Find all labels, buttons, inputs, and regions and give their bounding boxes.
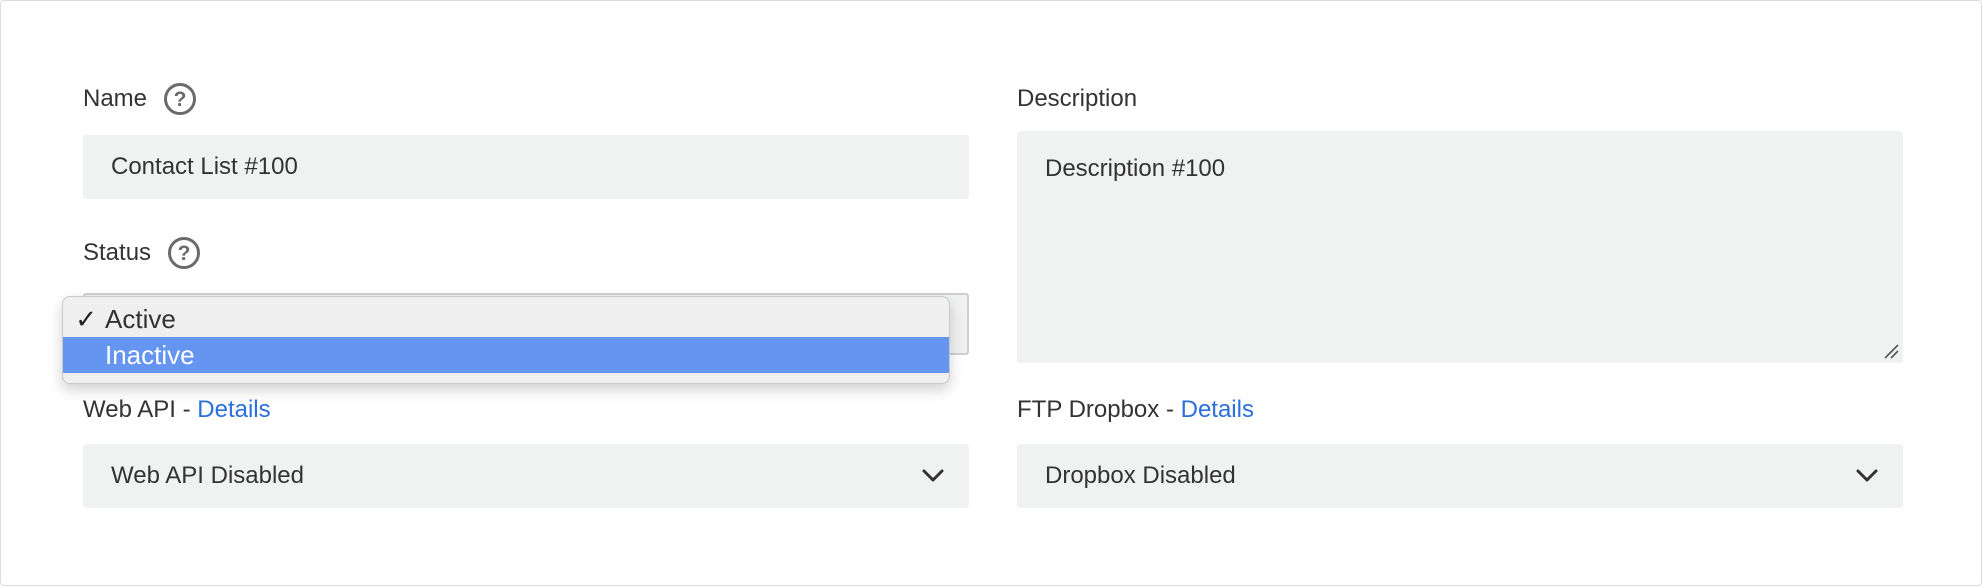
- description-label-row: Description: [1017, 83, 1137, 115]
- status-option-label: Active: [105, 303, 176, 334]
- name-input[interactable]: Contact List #100: [83, 135, 969, 199]
- question-circle-icon[interactable]: ?: [164, 83, 197, 115]
- form-panel: Name ? Contact List #100 Status ? Descri…: [0, 0, 1982, 586]
- checkmark-icon: ✓: [75, 303, 97, 334]
- chevron-down-icon: [1856, 469, 1878, 482]
- ftp-dropbox-label: FTP Dropbox -: [1017, 396, 1181, 423]
- ftp-dropbox-details-link[interactable]: Details: [1181, 396, 1254, 424]
- ftp-dropbox-label-row: FTP Dropbox - Details: [1017, 394, 1254, 426]
- web-api-label: Web API -: [83, 396, 198, 423]
- web-api-select[interactable]: Web API Disabled: [83, 444, 969, 508]
- description-label: Description: [1017, 85, 1138, 112]
- ftp-dropbox-select[interactable]: Dropbox Disabled: [1017, 444, 1903, 508]
- name-label: Name: [83, 85, 148, 112]
- web-api-details-link[interactable]: Details: [197, 396, 270, 424]
- chevron-down-icon: [922, 469, 944, 482]
- name-input-value: Contact List #100: [111, 153, 298, 180]
- name-label-row: Name ?: [83, 83, 197, 115]
- description-textarea[interactable]: Description #100: [1017, 131, 1903, 363]
- status-option-active[interactable]: ✓ Active: [63, 301, 949, 337]
- ftp-dropbox-select-value: Dropbox Disabled: [1045, 462, 1236, 489]
- status-dropdown-menu: ✓ Active Inactive: [62, 296, 950, 384]
- status-option-inactive[interactable]: Inactive: [63, 337, 949, 373]
- description-value: Description #100: [1045, 155, 1226, 182]
- web-api-select-value: Web API Disabled: [111, 462, 304, 489]
- status-label: Status: [83, 239, 152, 266]
- resize-grip-icon[interactable]: [1883, 343, 1899, 359]
- web-api-label-row: Web API - Details: [83, 394, 271, 426]
- status-option-label: Inactive: [105, 339, 195, 370]
- question-circle-icon[interactable]: ?: [168, 237, 201, 269]
- status-label-row: Status ?: [83, 237, 201, 269]
